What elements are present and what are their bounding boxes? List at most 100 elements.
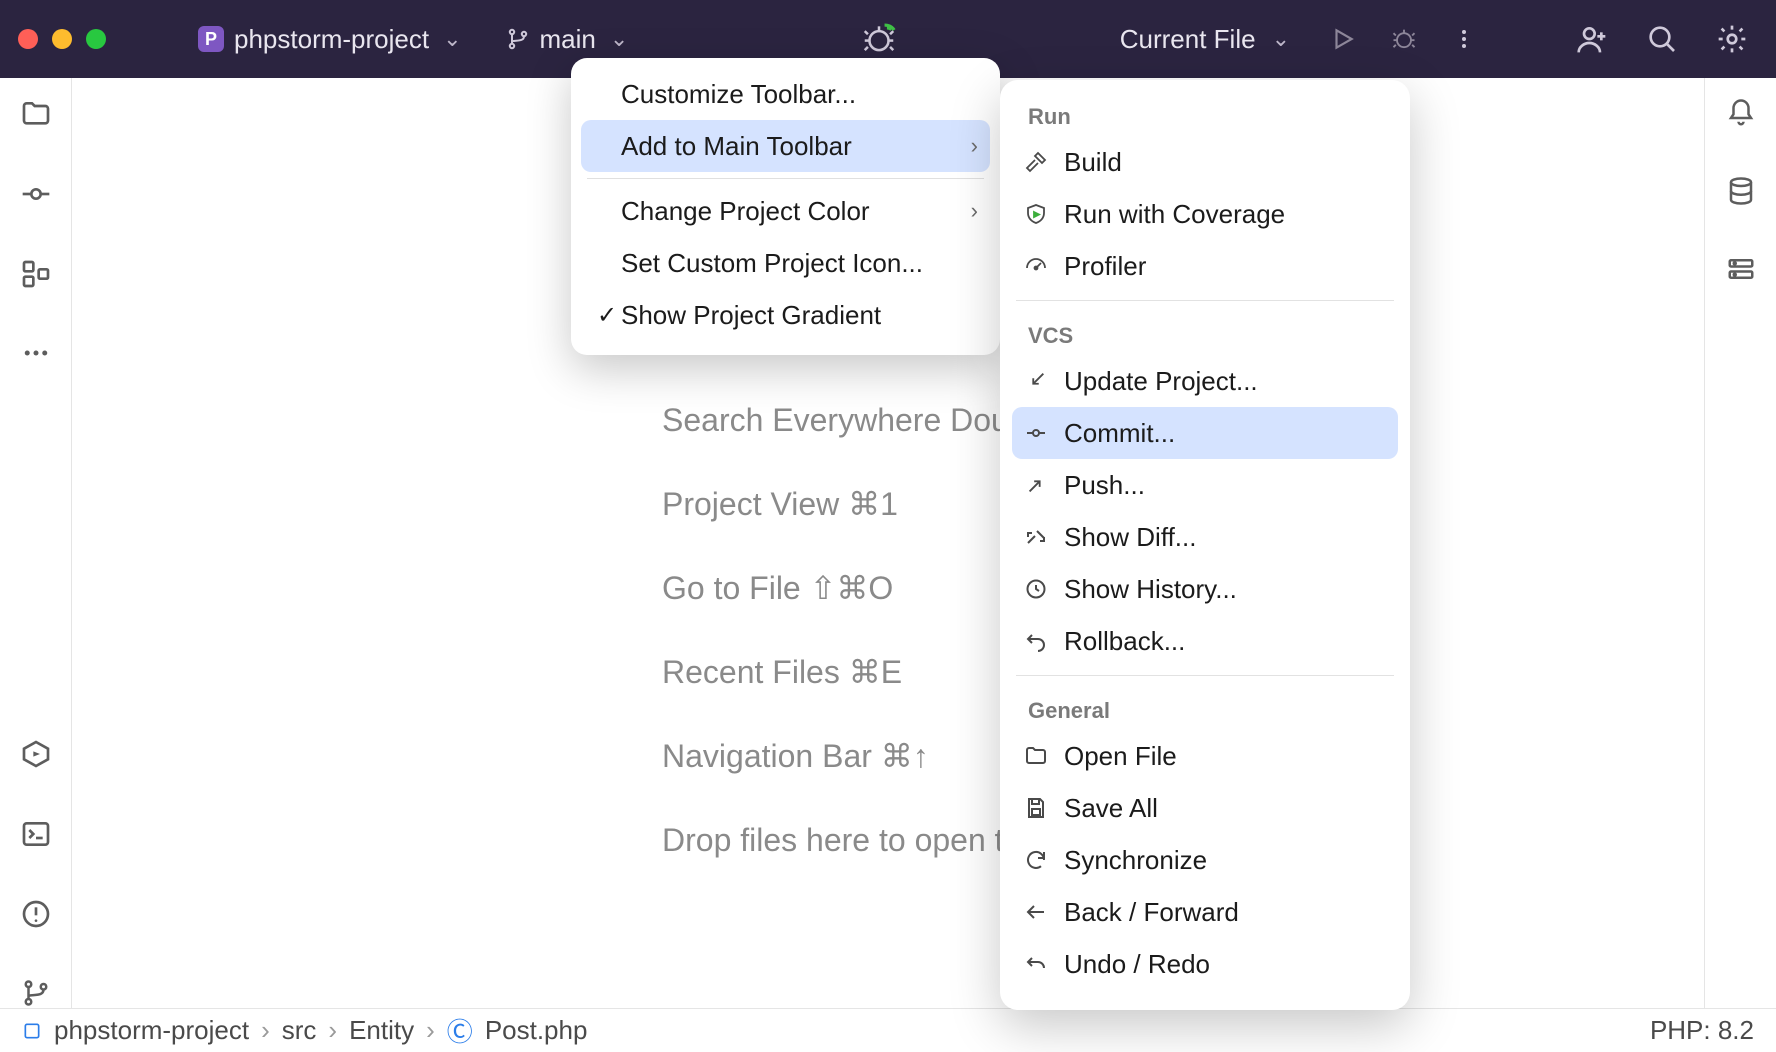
settings-gear-icon[interactable] xyxy=(1716,23,1748,55)
submenu-item-rollback[interactable]: Rollback... xyxy=(1000,615,1410,667)
welcome-tips: Search Everywhere Double Project View ⌘1… xyxy=(662,388,1052,892)
project-tool-icon[interactable] xyxy=(20,98,52,130)
submenu-item-open-file[interactable]: Open File xyxy=(1000,730,1410,782)
commit-tool-icon[interactable] xyxy=(20,178,52,210)
toolbar-context-menu: Customize Toolbar... Add to Main Toolbar… xyxy=(571,58,1000,355)
submenu-item-label: Update Project... xyxy=(1064,366,1258,397)
branch-icon xyxy=(506,27,530,51)
database-tool-icon[interactable] xyxy=(1726,176,1756,206)
submenu-item-label: Run with Coverage xyxy=(1064,199,1285,230)
menu-item-show-project-gradient[interactable]: ✓Show Project Gradient xyxy=(571,289,1000,341)
chevron-right-icon: › xyxy=(261,1015,270,1046)
tip-line: Project View ⌘1 xyxy=(662,472,1052,536)
run-play-icon[interactable] xyxy=(1330,26,1356,52)
right-tool-rail xyxy=(1704,78,1776,1008)
submenu-item-profiler[interactable]: Profiler xyxy=(1000,240,1410,292)
submenu-item-save-all[interactable]: Save All xyxy=(1000,782,1410,834)
submenu-item-show-diff[interactable]: Show Diff... xyxy=(1000,511,1410,563)
undo-icon xyxy=(1022,627,1050,655)
tip-line: Search Everywhere Double xyxy=(662,388,1052,452)
submenu-item-show-history[interactable]: Show History... xyxy=(1000,563,1410,615)
save-icon xyxy=(1022,794,1050,822)
submenu-item-label: Commit... xyxy=(1064,418,1175,449)
tip-line: Recent Files ⌘E xyxy=(662,640,1052,704)
crumb-file: Post.php xyxy=(485,1015,588,1046)
menu-item-label: Add to Main Toolbar xyxy=(621,131,971,162)
add-to-toolbar-submenu: Run Build Run with Coverage Profiler VCS… xyxy=(1000,80,1410,1010)
submenu-item-run-coverage[interactable]: Run with Coverage xyxy=(1000,188,1410,240)
php-version-indicator[interactable]: PHP: 8.2 xyxy=(1650,1015,1754,1046)
add-user-icon[interactable] xyxy=(1576,23,1608,55)
submenu-item-label: Show Diff... xyxy=(1064,522,1196,553)
submenu-group-title: Run xyxy=(1000,90,1410,136)
submenu-item-build[interactable]: Build xyxy=(1000,136,1410,188)
crumb-segment: Entity xyxy=(349,1015,414,1046)
tip-line: Navigation Bar ⌘↑ xyxy=(662,724,1052,788)
submenu-item-push[interactable]: Push... xyxy=(1000,459,1410,511)
run-icons xyxy=(1330,25,1476,53)
menu-separator xyxy=(1016,675,1394,676)
close-window-button[interactable] xyxy=(18,29,38,49)
menu-separator xyxy=(1016,300,1394,301)
chevron-down-icon: ⌄ xyxy=(1272,26,1290,52)
chevron-down-icon: ⌄ xyxy=(610,26,628,52)
submenu-item-update-project[interactable]: Update Project... xyxy=(1000,355,1410,407)
run-config-selector[interactable]: Current File ⌄ xyxy=(1120,24,1290,55)
crumb-project: phpstorm-project xyxy=(54,1015,249,1046)
run-cluster: Current File ⌄ xyxy=(1120,24,1476,55)
crumb-segment: src xyxy=(282,1015,317,1046)
submenu-item-synchronize[interactable]: Synchronize xyxy=(1000,834,1410,886)
menu-item-label: Change Project Color xyxy=(621,196,971,227)
branch-name: main xyxy=(540,24,596,55)
structure-tool-icon[interactable] xyxy=(20,258,52,290)
toolbar-right xyxy=(1576,23,1748,55)
git-tool-icon[interactable] xyxy=(21,978,51,1008)
bug-active-icon[interactable] xyxy=(860,20,898,58)
traffic-lights xyxy=(18,29,106,49)
toolbar-center xyxy=(638,20,1119,58)
diff-icon xyxy=(1022,523,1050,551)
project-selector[interactable]: P phpstorm-project ⌄ xyxy=(186,20,474,59)
submenu-item-back-forward[interactable]: Back / Forward xyxy=(1000,886,1410,938)
minimize-window-button[interactable] xyxy=(52,29,72,49)
notifications-tool-icon[interactable] xyxy=(1726,98,1756,128)
menu-item-change-project-color[interactable]: Change Project Color › xyxy=(571,185,1000,237)
more-horiz-icon[interactable] xyxy=(21,338,51,368)
more-vert-icon[interactable] xyxy=(1452,27,1476,51)
project-name: phpstorm-project xyxy=(234,24,429,55)
debug-icon[interactable] xyxy=(1390,25,1418,53)
remote-tool-icon[interactable] xyxy=(1726,254,1756,284)
terminal-tool-icon[interactable] xyxy=(20,818,52,850)
menu-item-customize-toolbar[interactable]: Customize Toolbar... xyxy=(571,68,1000,120)
breadcrumbs[interactable]: phpstorm-project › src › Entity › Ⓒ Post… xyxy=(22,1012,587,1049)
menu-item-label: Set Custom Project Icon... xyxy=(621,248,978,279)
submenu-group-title: General xyxy=(1000,684,1410,730)
shield-play-icon xyxy=(1022,200,1050,228)
menu-item-add-to-main-toolbar[interactable]: Add to Main Toolbar › xyxy=(581,120,990,172)
submenu-group-title: VCS xyxy=(1000,309,1410,355)
gauge-icon xyxy=(1022,252,1050,280)
git-branch-selector[interactable]: main ⌄ xyxy=(496,20,639,59)
chevron-right-icon: › xyxy=(328,1015,337,1046)
arrow-in-icon xyxy=(1022,367,1050,395)
status-bar: phpstorm-project › src › Entity › Ⓒ Post… xyxy=(0,1008,1776,1052)
run-config-label: Current File xyxy=(1120,24,1256,55)
commit-icon xyxy=(1022,419,1050,447)
problems-tool-icon[interactable] xyxy=(20,898,52,930)
menu-separator xyxy=(587,178,984,179)
chevron-down-icon: ⌄ xyxy=(443,26,461,52)
submenu-item-undo-redo[interactable]: Undo / Redo xyxy=(1000,938,1410,990)
menu-item-set-project-icon[interactable]: Set Custom Project Icon... xyxy=(571,237,1000,289)
undo-icon xyxy=(1022,950,1050,978)
hammer-icon xyxy=(1022,148,1050,176)
sync-icon xyxy=(1022,846,1050,874)
submenu-item-commit[interactable]: Commit... xyxy=(1012,407,1398,459)
services-tool-icon[interactable] xyxy=(20,738,52,770)
search-icon[interactable] xyxy=(1646,23,1678,55)
check-icon: ✓ xyxy=(593,301,621,330)
module-icon xyxy=(22,1021,42,1041)
submenu-item-label: Synchronize xyxy=(1064,845,1207,876)
submenu-item-label: Undo / Redo xyxy=(1064,949,1210,980)
submenu-item-label: Back / Forward xyxy=(1064,897,1239,928)
fullscreen-window-button[interactable] xyxy=(86,29,106,49)
